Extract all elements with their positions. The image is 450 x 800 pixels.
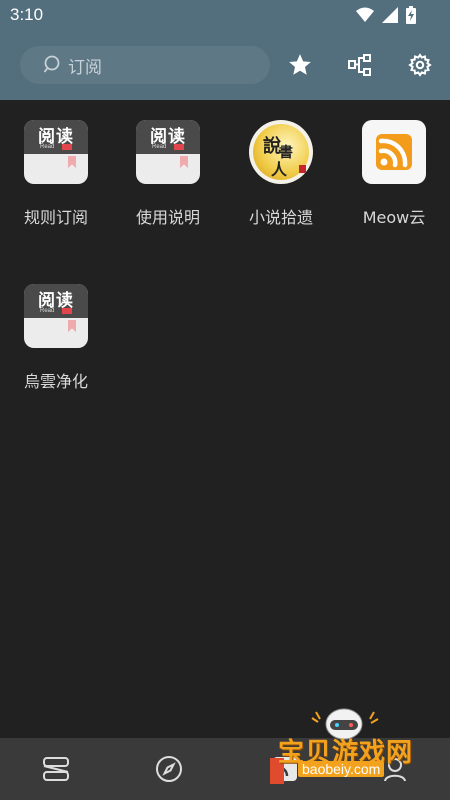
bookshelf-icon	[43, 757, 69, 781]
tile-label: 烏雲净化	[23, 372, 88, 391]
favorite-button[interactable]	[284, 49, 316, 81]
gear-icon	[408, 53, 432, 77]
tile-label: Meow云	[362, 208, 426, 227]
nav-discover[interactable]	[152, 752, 186, 786]
share-nodes-icon	[348, 54, 371, 76]
tile-label: 规则订阅	[23, 208, 88, 227]
group-button[interactable]	[344, 49, 376, 81]
search-icon	[43, 55, 60, 73]
book-read-icon: 阅读 Read	[24, 284, 88, 348]
watermark-url: baobeiy.com	[298, 761, 385, 777]
storyteller-seal-icon: 說 書 人	[249, 120, 313, 184]
status-time: 3:10	[10, 5, 44, 24]
tile-label: 使用说明	[135, 208, 200, 227]
status-bar: 3:10	[0, 0, 450, 32]
compass-icon	[156, 756, 182, 782]
subscription-tile-meow[interactable]: Meow云	[344, 120, 444, 250]
battery-icon	[406, 6, 416, 24]
tile-label: 小说拾遗	[248, 208, 313, 227]
subscription-tile-guide[interactable]: 阅读 Read 使用说明	[118, 120, 218, 250]
book-read-icon: 阅读 Read	[136, 120, 200, 184]
watermark: 宝贝游戏网 baobeiy.com	[268, 702, 450, 800]
status-icons	[356, 6, 416, 24]
subscription-tile-novel[interactable]: 說 書 人 小说拾遗	[231, 120, 331, 250]
nav-bookshelf[interactable]	[39, 752, 73, 786]
book-read-icon: 阅读 Read	[24, 120, 88, 184]
subscription-tile-rules[interactable]: 阅读 Read 规则订阅	[6, 120, 106, 250]
star-icon	[289, 54, 311, 75]
rss-icon	[362, 120, 426, 184]
subscription-tile-purify[interactable]: 阅读 Read 烏雲净化	[6, 284, 106, 414]
settings-button[interactable]	[404, 49, 436, 81]
search-input[interactable]: 订阅	[20, 46, 270, 84]
wifi-icon	[356, 7, 374, 22]
app-root: 3:10 订阅 阅读 Read 规则订阅 阅读 Read 使用说明 說 書 人 …	[0, 0, 450, 800]
signal-icon	[382, 7, 398, 23]
top-app-bar: 3:10 订阅	[0, 0, 450, 100]
search-placeholder: 订阅	[68, 57, 102, 78]
